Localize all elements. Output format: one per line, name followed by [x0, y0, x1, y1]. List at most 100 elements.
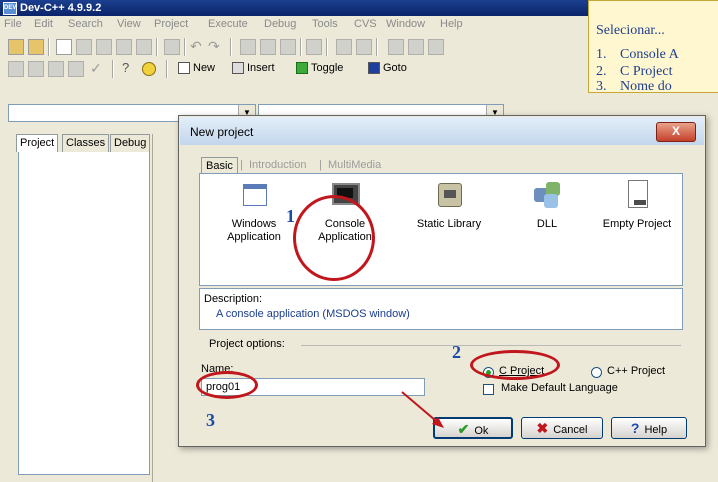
separator [230, 38, 232, 56]
dialog-title: New project [190, 125, 254, 139]
tab-debug[interactable]: Debug [110, 134, 151, 152]
toolbar-compile: ✓ ? New Insert Toggle Goto [0, 58, 588, 80]
redo-icon[interactable]: ↷ [208, 38, 220, 55]
menu-project[interactable]: Project [154, 18, 188, 30]
callout-2: 2 [452, 342, 461, 362]
cancel-icon: ✖ [536, 420, 549, 436]
instruction-heading: Selecionar... [596, 23, 665, 38]
separator [326, 38, 328, 56]
menu-edit[interactable]: Edit [34, 18, 53, 30]
menu-search[interactable]: Search [68, 18, 103, 30]
insert-button[interactable]: Insert [232, 58, 275, 78]
close-button[interactable]: X [656, 122, 696, 142]
rebuild-icon[interactable] [68, 61, 84, 77]
project-type-dll[interactable]: DLL [502, 180, 592, 231]
separator [48, 38, 50, 56]
project-type-static-library[interactable]: Static Library [404, 180, 494, 231]
print-icon[interactable] [164, 39, 180, 55]
app-icon: DEV [3, 2, 17, 15]
menu-cvs[interactable]: CVS [354, 18, 377, 30]
close-all-icon[interactable] [136, 39, 152, 55]
new-file-icon[interactable] [56, 39, 72, 55]
toggle-button[interactable]: Toggle [296, 58, 343, 78]
menu-help[interactable]: Help [440, 18, 463, 30]
highlight-c-project [470, 350, 560, 380]
arrow-icon [401, 391, 444, 428]
check-icon[interactable]: ✓ [90, 60, 102, 77]
dll-icon [530, 180, 564, 212]
tab-introduction[interactable]: Introduction [245, 157, 310, 174]
description-box: Description: A console application (MSDO… [199, 288, 683, 330]
separator [184, 38, 186, 56]
separator [112, 60, 114, 78]
tab-divider: | [319, 159, 322, 171]
save-icon[interactable] [76, 39, 92, 55]
toggle-icon [296, 62, 308, 75]
find-next-icon[interactable] [280, 39, 296, 55]
check-icon: ✔ [457, 421, 470, 437]
help-icon: ? [630, 420, 640, 436]
static-lib-icon [432, 180, 466, 212]
highlight-name [196, 371, 258, 399]
new-button[interactable]: New [178, 58, 215, 78]
open-file-icon[interactable] [28, 39, 44, 55]
prev-icon[interactable] [388, 39, 404, 55]
about-icon[interactable] [142, 62, 156, 76]
project-tree[interactable] [18, 152, 150, 475]
menu-file[interactable]: File [4, 18, 22, 30]
description-text: A console application (MSDOS window) [216, 308, 410, 320]
separator [376, 38, 378, 56]
make-default-checkbox[interactable] [483, 384, 494, 395]
tab-project[interactable]: Project [16, 134, 59, 152]
replace-icon[interactable] [260, 39, 276, 55]
highlight-console [293, 195, 375, 281]
toolbar-main: ↶ ↷ [0, 36, 588, 58]
menu-view[interactable]: View [117, 18, 141, 30]
save-all-icon[interactable] [96, 39, 112, 55]
goto-button[interactable]: Goto [368, 58, 407, 78]
cancel-button[interactable]: ✖ Cancel [521, 417, 603, 439]
empty-project-icon [620, 180, 654, 212]
description-label: Description: [204, 293, 263, 305]
menu-debug[interactable]: Debug [264, 18, 296, 30]
run-icon[interactable] [28, 61, 44, 77]
compile-icon[interactable] [8, 61, 24, 77]
menu-tools[interactable]: Tools [312, 18, 338, 30]
new-icon [178, 62, 190, 75]
window-title: Dev-C++ 4.9.9.2 [20, 2, 102, 14]
instruction-step-3: 3. Nome do [596, 79, 672, 94]
close-file-icon[interactable] [116, 39, 132, 55]
windows-app-icon [237, 180, 271, 212]
project-type-list: Windows Application Console Application … [199, 173, 683, 286]
help-icon[interactable]: ? [122, 60, 129, 75]
indent-icon[interactable] [336, 39, 352, 55]
tab-classes[interactable]: Classes [62, 134, 110, 152]
separator [156, 38, 158, 56]
find-icon[interactable] [240, 39, 256, 55]
help-button[interactable]: ? Help [611, 417, 687, 439]
unit-icon[interactable] [428, 39, 444, 55]
instruction-step-2: 2. C Project [596, 64, 673, 79]
compile-run-icon[interactable] [48, 61, 64, 77]
callout-1: 1 [286, 206, 295, 226]
menu-window[interactable]: Window [386, 18, 425, 30]
separator [166, 60, 168, 78]
separator [300, 38, 302, 56]
goto-icon [368, 62, 380, 75]
undo-icon[interactable]: ↶ [190, 38, 202, 55]
make-default-label[interactable]: Make Default Language [501, 382, 618, 394]
radio-cpp-project-label[interactable]: C++ Project [607, 365, 665, 377]
unindent-icon[interactable] [356, 39, 372, 55]
callout-3: 3 [206, 410, 215, 430]
tab-multimedia[interactable]: MultiMedia [324, 157, 385, 174]
options-divider [301, 345, 681, 346]
options-label: Project options: [209, 338, 288, 350]
menu-execute[interactable]: Execute [208, 18, 248, 30]
project-type-empty[interactable]: Empty Project [592, 180, 682, 231]
open-project-icon[interactable] [8, 39, 24, 55]
insert-icon [232, 62, 244, 75]
next-icon[interactable] [408, 39, 424, 55]
goto-line-icon[interactable] [306, 39, 322, 55]
radio-cpp-project[interactable] [591, 367, 602, 378]
instruction-box: Selecionar... 1. Console A 2. C Project 3.… [588, 0, 718, 94]
